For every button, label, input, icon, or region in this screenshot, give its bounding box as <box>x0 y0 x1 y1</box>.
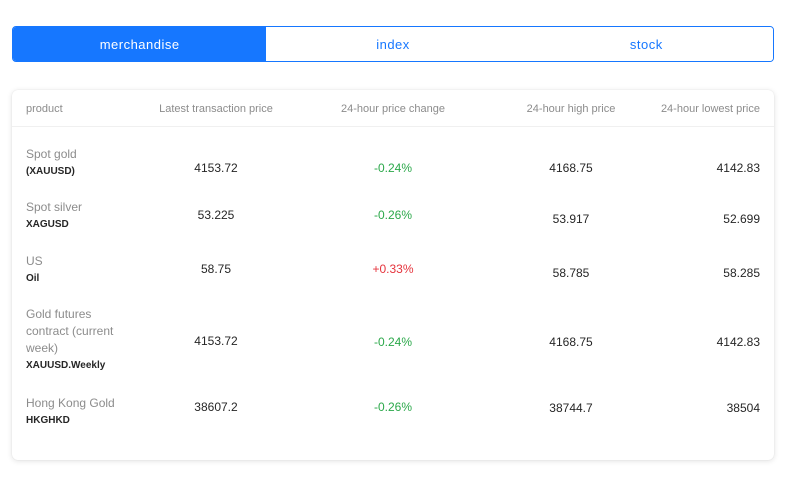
latest-price: 38607.2 <box>194 400 238 414</box>
high-price: 58.785 <box>552 266 590 280</box>
product-name: US Oil <box>26 253 126 287</box>
product-label: Spot silver <box>26 200 83 214</box>
table-row[interactable]: Spot silver XAGUSD 53.225 -0.26% 53.917 … <box>12 199 774 239</box>
product-code: XAGUSD <box>26 219 69 230</box>
low-price: 58.285 <box>723 266 760 280</box>
low-price: 4142.83 <box>716 335 760 349</box>
price-table: product Latest transaction price 24-hour… <box>12 90 774 460</box>
low-price: 4142.83 <box>716 161 760 175</box>
high-price: 4168.75 <box>549 161 593 175</box>
price-change: +0.33% <box>372 262 414 276</box>
low-price: 52.699 <box>723 212 760 226</box>
price-change: -0.24% <box>373 161 413 175</box>
table-row[interactable]: US Oil 58.75 +0.33% 58.785 58.285 <box>12 253 774 293</box>
high-price: 4168.75 <box>549 335 593 349</box>
product-name: Gold futures contract (current week) XAU… <box>26 306 126 374</box>
header-high-price: 24-hour high price <box>526 103 616 115</box>
header-low-price: 24-hour lowest price <box>660 103 760 115</box>
table-row[interactable]: Gold futures contract (current week) XAU… <box>12 306 774 376</box>
product-label: Hong Kong Gold <box>26 396 115 410</box>
high-price: 53.917 <box>552 212 590 226</box>
table-row[interactable]: Spot gold (XAUUSD) 4153.72 -0.24% 4168.7… <box>12 146 774 186</box>
category-tabs: merchandise index stock <box>12 26 774 62</box>
latest-price: 53.225 <box>197 208 235 222</box>
product-code: XAUUSD.Weekly <box>26 360 106 371</box>
product-label: US <box>26 254 43 268</box>
latest-price: 58.75 <box>200 262 232 276</box>
tab-index[interactable]: index <box>266 27 520 61</box>
high-price: 38744.7 <box>549 401 593 415</box>
product-name: Spot gold (XAUUSD) <box>26 146 126 180</box>
header-product: product <box>26 103 63 115</box>
latest-price: 4153.72 <box>194 161 238 175</box>
price-change: -0.26% <box>373 400 413 414</box>
product-code: HKGHKD <box>26 415 70 426</box>
product-code: Oil <box>26 273 40 284</box>
table-row[interactable]: Hong Kong Gold HKGHKD 38607.2 -0.26% 387… <box>12 395 774 435</box>
low-price: 38504 <box>726 401 760 415</box>
price-change: -0.26% <box>373 208 413 222</box>
header-latest-price: Latest transaction price <box>159 103 273 115</box>
price-change: -0.24% <box>373 335 413 349</box>
product-name: Spot silver XAGUSD <box>26 199 126 233</box>
product-name: Hong Kong Gold HKGHKD <box>26 395 136 429</box>
product-code: (XAUUSD) <box>26 166 75 177</box>
header-price-change: 24-hour price change <box>341 103 445 115</box>
table-header: product Latest transaction price 24-hour… <box>12 90 774 127</box>
product-label: Spot gold <box>26 147 77 161</box>
product-label: Gold futures contract (current week) <box>26 307 114 355</box>
tab-stock[interactable]: stock <box>519 27 773 61</box>
latest-price: 4153.72 <box>194 334 238 348</box>
tab-merchandise[interactable]: merchandise <box>13 27 267 61</box>
